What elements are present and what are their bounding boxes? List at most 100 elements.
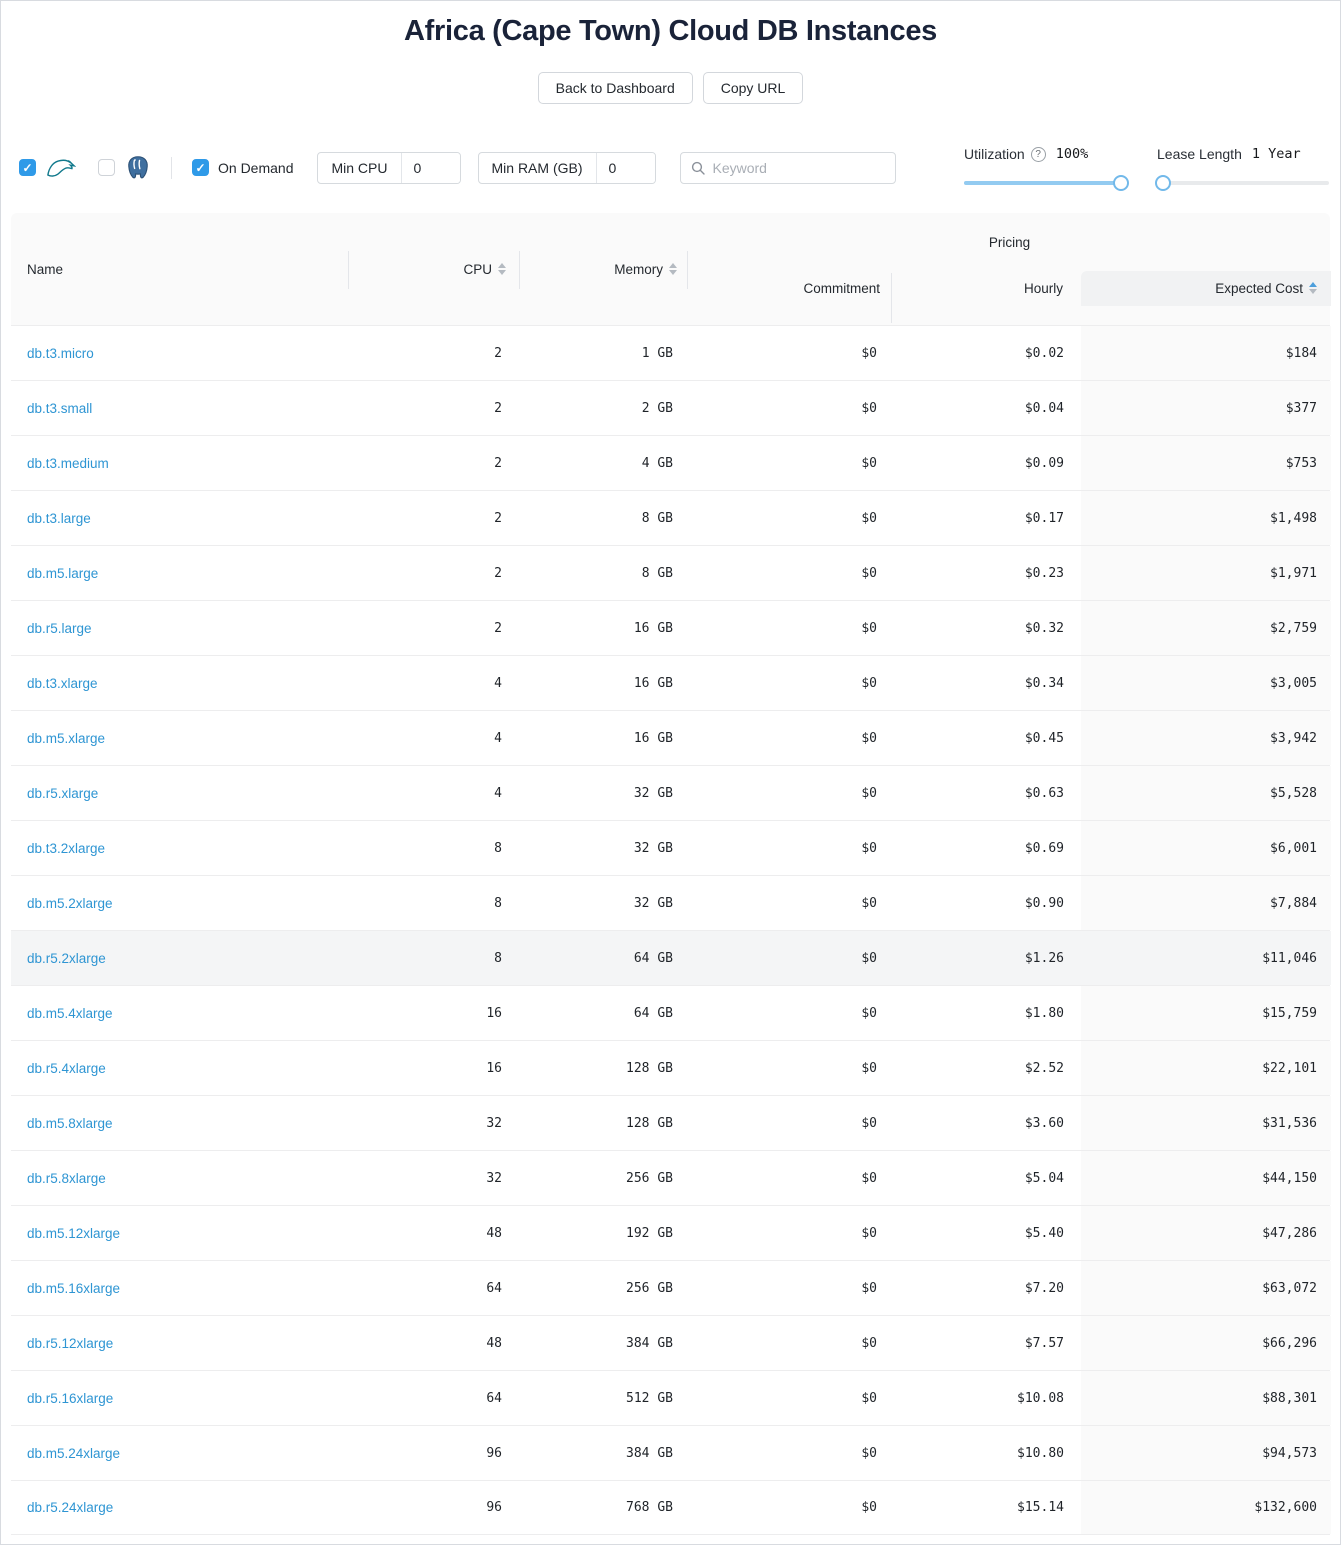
instance-name-link[interactable]: db.r5.xlarge: [27, 786, 98, 801]
commitment-cell: $0: [688, 1206, 892, 1260]
name-cell: db.m5.large: [11, 546, 348, 600]
table-row[interactable]: db.t3.large 2 8 GB $0 $0.17 $1,498: [11, 490, 1330, 545]
lease-slider-handle[interactable]: [1155, 175, 1171, 191]
table-row[interactable]: db.r5.xlarge 4 32 GB $0 $0.63 $5,528: [11, 765, 1330, 820]
lease-slider-track: [1157, 181, 1329, 185]
instance-name-link[interactable]: db.r5.4xlarge: [27, 1061, 106, 1076]
copy-url-button[interactable]: Copy URL: [703, 72, 804, 104]
table-row[interactable]: db.r5.8xlarge 32 256 GB $0 $5.04 $44,150: [11, 1150, 1330, 1205]
back-to-dashboard-button[interactable]: Back to Dashboard: [538, 72, 693, 104]
commitment-cell: $0: [688, 491, 892, 545]
table-row[interactable]: db.m5.16xlarge 64 256 GB $0 $7.20 $63,07…: [11, 1260, 1330, 1315]
table-row[interactable]: db.r5.24xlarge 96 768 GB $0 $15.14 $132,…: [11, 1480, 1330, 1535]
instance-name-link[interactable]: db.t3.2xlarge: [27, 841, 105, 856]
cpu-cell: 64: [348, 1261, 519, 1315]
cpu-cell: 96: [348, 1481, 519, 1534]
instance-name-link[interactable]: db.m5.4xlarge: [27, 1006, 113, 1021]
min-ram-field: Min RAM (GB): [478, 152, 656, 184]
commitment-cell: $0: [688, 1096, 892, 1150]
memory-cell: 2 GB: [519, 381, 688, 435]
instance-name-link[interactable]: db.r5.16xlarge: [27, 1391, 113, 1406]
table-row[interactable]: db.m5.xlarge 4 16 GB $0 $0.45 $3,942: [11, 710, 1330, 765]
instance-name-link[interactable]: db.m5.16xlarge: [27, 1281, 120, 1296]
instance-name-link[interactable]: db.m5.large: [27, 566, 98, 581]
hourly-cell: $10.08: [892, 1371, 1081, 1425]
instance-name-link[interactable]: db.m5.2xlarge: [27, 896, 113, 911]
table-row[interactable]: db.r5.large 2 16 GB $0 $0.32 $2,759: [11, 600, 1330, 655]
instance-name-link[interactable]: db.m5.12xlarge: [27, 1226, 120, 1241]
keyword-input[interactable]: [713, 160, 894, 176]
utilization-slider[interactable]: [964, 175, 1127, 191]
instance-name-link[interactable]: db.t3.large: [27, 511, 91, 526]
expected-cost-cell: $377: [1081, 381, 1331, 435]
instance-name-link[interactable]: db.t3.xlarge: [27, 676, 98, 691]
commitment-cell: $0: [688, 1316, 892, 1370]
instance-name-link[interactable]: db.m5.24xlarge: [27, 1446, 120, 1461]
table-row[interactable]: db.t3.small 2 2 GB $0 $0.04 $377: [11, 380, 1330, 435]
hourly-cell: $1.26: [892, 931, 1081, 985]
table-row[interactable]: db.t3.micro 2 1 GB $0 $0.02 $184: [11, 325, 1330, 380]
instance-name-link[interactable]: db.m5.xlarge: [27, 731, 105, 746]
instance-name-link[interactable]: db.r5.large: [27, 621, 92, 636]
sort-arrows-icon: [498, 263, 506, 275]
expected-cost-cell: $1,971: [1081, 546, 1331, 600]
hourly-cell: $0.90: [892, 876, 1081, 930]
table-row[interactable]: db.m5.24xlarge 96 384 GB $0 $10.80 $94,5…: [11, 1425, 1330, 1480]
memory-cell: 384 GB: [519, 1426, 688, 1480]
instance-name-link[interactable]: db.t3.micro: [27, 346, 94, 361]
table-row[interactable]: db.r5.4xlarge 16 128 GB $0 $2.52 $22,101: [11, 1040, 1330, 1095]
table-row[interactable]: db.m5.4xlarge 16 64 GB $0 $1.80 $15,759: [11, 985, 1330, 1040]
hourly-cell: $0.23: [892, 546, 1081, 600]
column-header-name: Name: [11, 213, 348, 325]
name-cell: db.t3.small: [11, 381, 348, 435]
column-header-expected-cost[interactable]: Expected Cost: [1081, 271, 1331, 306]
table-row[interactable]: db.m5.2xlarge 8 32 GB $0 $0.90 $7,884: [11, 875, 1330, 930]
help-icon[interactable]: ?: [1031, 147, 1046, 162]
cpu-cell: 48: [348, 1206, 519, 1260]
table-row[interactable]: db.m5.12xlarge 48 192 GB $0 $5.40 $47,28…: [11, 1205, 1330, 1260]
min-ram-input[interactable]: [597, 153, 655, 183]
table-row[interactable]: db.r5.16xlarge 64 512 GB $0 $10.08 $88,3…: [11, 1370, 1330, 1425]
column-header-cpu[interactable]: CPU: [348, 213, 519, 325]
table-row[interactable]: db.t3.2xlarge 8 32 GB $0 $0.69 $6,001: [11, 820, 1330, 875]
instance-name-link[interactable]: db.r5.8xlarge: [27, 1171, 106, 1186]
lease-length-value: 1 Year: [1252, 146, 1301, 162]
cpu-cell: 2: [348, 546, 519, 600]
hourly-cell: $15.14: [892, 1481, 1081, 1534]
expected-cost-cell: $44,150: [1081, 1151, 1331, 1205]
min-cpu-input[interactable]: [402, 153, 460, 183]
hourly-cell: $0.04: [892, 381, 1081, 435]
memory-cell: 512 GB: [519, 1371, 688, 1425]
table-row[interactable]: db.m5.large 2 8 GB $0 $0.23 $1,971: [11, 545, 1330, 600]
mysql-dolphin-icon: [46, 157, 76, 178]
cpu-cell: 4: [348, 711, 519, 765]
table-row[interactable]: db.r5.2xlarge 8 64 GB $0 $1.26 $11,046: [11, 930, 1330, 985]
utilization-slider-handle[interactable]: [1113, 175, 1129, 191]
instance-name-link[interactable]: db.t3.small: [27, 401, 92, 416]
instance-name-link[interactable]: db.m5.8xlarge: [27, 1116, 113, 1131]
postgres-checkbox[interactable]: [98, 159, 115, 176]
postgres-filter: [98, 155, 151, 181]
instance-name-link[interactable]: db.r5.24xlarge: [27, 1500, 113, 1515]
memory-cell: 192 GB: [519, 1206, 688, 1260]
instance-name-link[interactable]: db.r5.12xlarge: [27, 1336, 113, 1351]
column-header-memory[interactable]: Memory: [519, 213, 688, 325]
instance-name-link[interactable]: db.r5.2xlarge: [27, 951, 106, 966]
cpu-cell: 2: [348, 601, 519, 655]
table-row[interactable]: db.r5.12xlarge 48 384 GB $0 $7.57 $66,29…: [11, 1315, 1330, 1370]
memory-cell: 4 GB: [519, 436, 688, 490]
table-row[interactable]: db.t3.medium 2 4 GB $0 $0.09 $753: [11, 435, 1330, 490]
instance-name-link[interactable]: db.t3.medium: [27, 456, 109, 471]
cpu-cell: 2: [348, 326, 519, 380]
hourly-cell: $0.02: [892, 326, 1081, 380]
cpu-cell: 2: [348, 381, 519, 435]
on-demand-checkbox[interactable]: [192, 159, 209, 176]
table-row[interactable]: db.t3.xlarge 4 16 GB $0 $0.34 $3,005: [11, 655, 1330, 710]
expected-cost-cell: $6,001: [1081, 821, 1331, 875]
postgresql-elephant-icon: [125, 155, 151, 181]
table-row[interactable]: db.m5.8xlarge 32 128 GB $0 $3.60 $31,536: [11, 1095, 1330, 1150]
cpu-cell: 8: [348, 876, 519, 930]
memory-cell: 128 GB: [519, 1041, 688, 1095]
lease-length-slider[interactable]: [1157, 175, 1329, 191]
mysql-checkbox[interactable]: [19, 159, 36, 176]
